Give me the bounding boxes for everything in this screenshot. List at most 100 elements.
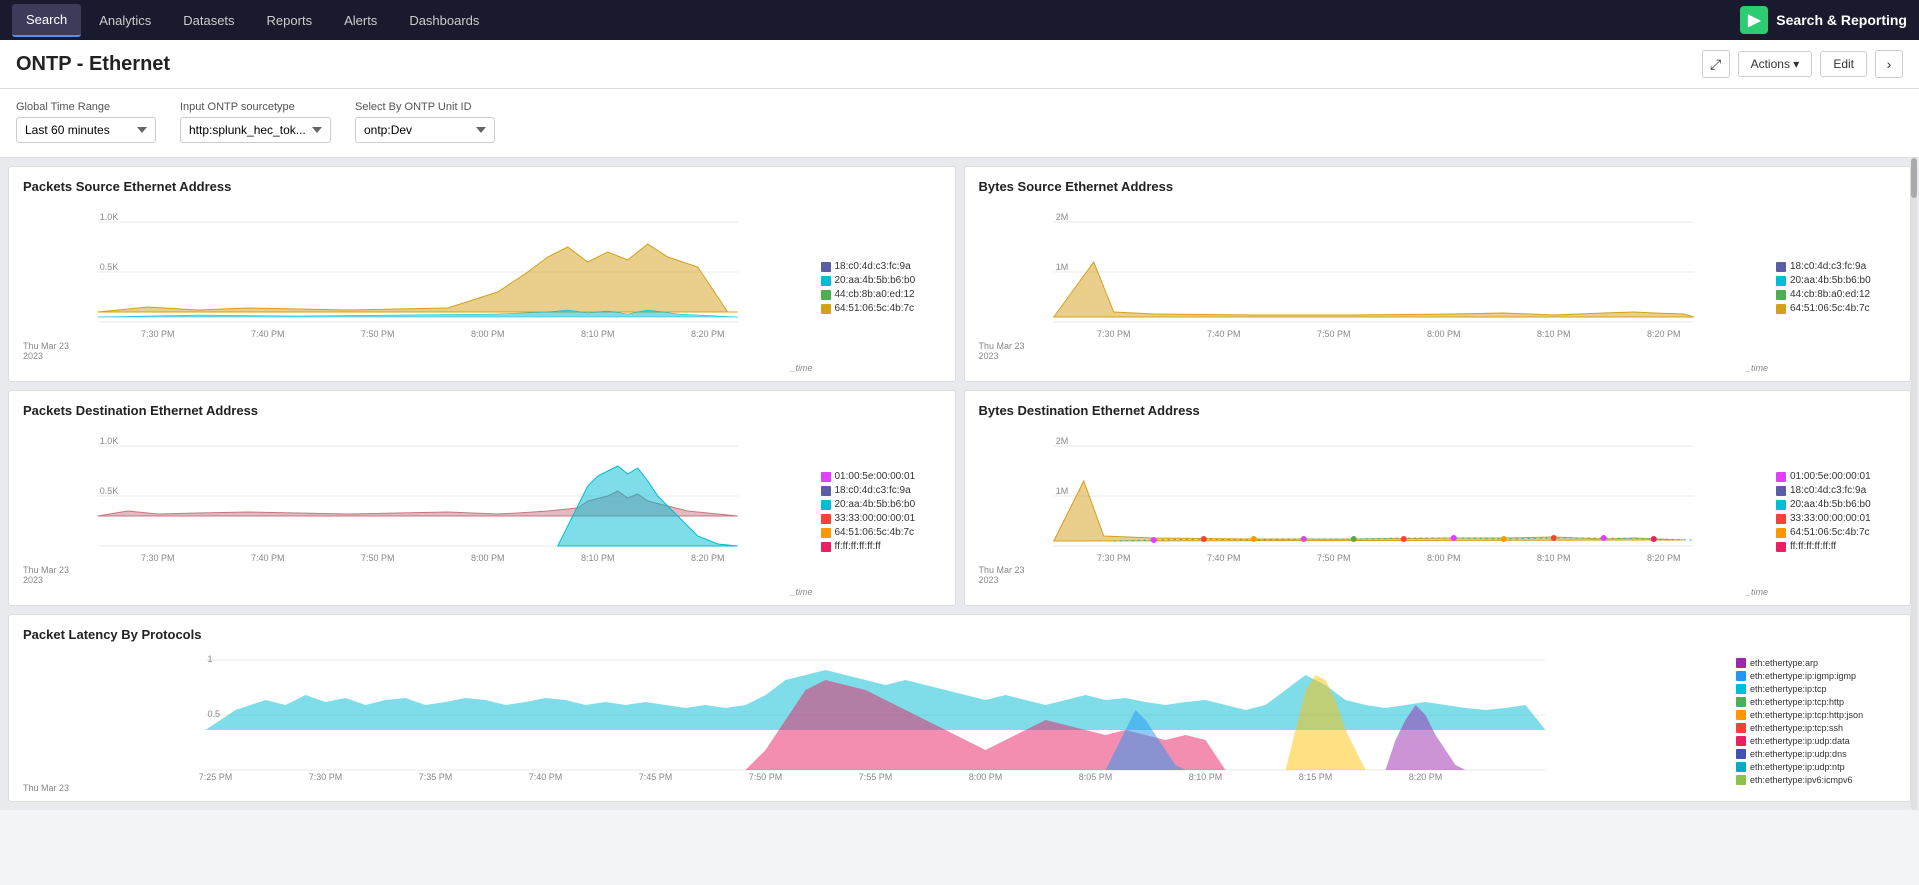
scrollbar-track[interactable] — [1911, 158, 1917, 810]
nav-item-search[interactable]: Search — [12, 4, 81, 37]
legend-item: 44:cb:8b:a0:ed:12 — [1776, 289, 1896, 300]
brand-icon: ▶ — [1740, 6, 1768, 34]
svg-text:8:20 PM: 8:20 PM — [1409, 772, 1443, 780]
nav-item-dashboards[interactable]: Dashboards — [395, 5, 493, 36]
legend-color — [821, 262, 831, 272]
packets-dst-time-axis: _time — [23, 587, 813, 597]
nav-item-datasets[interactable]: Datasets — [169, 5, 248, 36]
legend-label: eth:ethertype:ip:udp:data — [1750, 736, 1850, 746]
svg-text:7:25 PM: 7:25 PM — [199, 772, 233, 780]
svg-text:0.5K: 0.5K — [100, 486, 119, 496]
legend-color — [1776, 262, 1786, 272]
legend-label: 64:51:06:5c:4b:7c — [1790, 527, 1870, 538]
svg-text:8:10 PM: 8:10 PM — [1189, 772, 1223, 780]
input-ontp-select[interactable]: http:splunk_hec_tok... — [180, 117, 331, 143]
svg-text:8:15 PM: 8:15 PM — [1299, 772, 1333, 780]
unit-id-select[interactable]: ontp:Dev — [355, 117, 495, 143]
nav-item-alerts[interactable]: Alerts — [330, 5, 391, 36]
legend-color — [1776, 514, 1786, 524]
nav-item-analytics[interactable]: Analytics — [85, 5, 165, 36]
legend-color — [1736, 710, 1746, 720]
input-ontp-filter: Input ONTP sourcetype http:splunk_hec_to… — [180, 101, 331, 143]
legend-color — [1776, 542, 1786, 552]
legend-item: 33:33:00:00:00:01 — [1776, 513, 1896, 524]
legend-label: eth:ethertype:ip:tcp — [1750, 684, 1827, 694]
svg-text:8:00 PM: 8:00 PM — [969, 772, 1003, 780]
legend-color — [1736, 723, 1746, 733]
svg-text:1M: 1M — [1055, 262, 1068, 272]
legend-label: eth:ethertype:ipv6:icmpv6 — [1750, 775, 1853, 785]
legend-color — [1776, 304, 1786, 314]
legend-color — [1736, 697, 1746, 707]
legend-label: 20:aa:4b:5b:b6:b0 — [835, 499, 916, 510]
legend-label: eth:ethertype:ip:igmp:igmp — [1750, 671, 1856, 681]
bytes-src-title: Bytes Source Ethernet Address — [979, 179, 1897, 194]
bytes-dst-panel: Bytes Destination Ethernet Address 2M 1M — [964, 390, 1912, 606]
svg-text:7:50 PM: 7:50 PM — [361, 329, 395, 339]
svg-text:7:30 PM: 7:30 PM — [309, 772, 343, 780]
svg-text:1: 1 — [208, 654, 213, 664]
legend-item: ff:ff:ff:ff:ff:ff — [821, 541, 941, 552]
bytes-src-time-axis: _time — [979, 363, 1769, 373]
nav-item-reports[interactable]: Reports — [253, 5, 327, 36]
legend-item: eth:ethertype:ip:tcp:http — [1736, 697, 1896, 707]
legend-label: 33:33:00:00:00:01 — [835, 513, 916, 524]
svg-text:8:20 PM: 8:20 PM — [1646, 553, 1680, 563]
legend-label: 18:c0:4d:c3:fc:9a — [1790, 485, 1866, 496]
packets-src-time-axis: _time — [23, 363, 813, 373]
svg-text:8:00 PM: 8:00 PM — [1426, 329, 1460, 339]
legend-label: ff:ff:ff:ff:ff:ff — [1790, 541, 1836, 552]
packet-latency-svg-container: 1 0.5 7:25 PM — [23, 650, 1728, 793]
legend-item: ff:ff:ff:ff:ff:ff — [1776, 541, 1896, 552]
legend-item: eth:ethertype:ip:igmp:igmp — [1736, 671, 1896, 681]
svg-text:7:30 PM: 7:30 PM — [1096, 553, 1130, 563]
svg-text:8:20 PM: 8:20 PM — [691, 329, 725, 339]
svg-text:1.0K: 1.0K — [100, 436, 119, 446]
svg-text:7:30 PM: 7:30 PM — [141, 553, 175, 563]
legend-item: 64:51:06:5c:4b:7c — [1776, 527, 1896, 538]
brand-label: Search & Reporting — [1776, 12, 1907, 28]
legend-item: 18:c0:4d:c3:fc:9a — [821, 261, 941, 272]
legend-label: eth:ethertype:ip:tcp:http:json — [1750, 710, 1863, 720]
svg-text:7:40 PM: 7:40 PM — [251, 553, 285, 563]
bytes-dst-date: Thu Mar 232023 — [979, 565, 1025, 585]
svg-text:8:10 PM: 8:10 PM — [1536, 553, 1570, 563]
legend-color — [1736, 684, 1746, 694]
legend-label: eth:ethertype:ip:tcp:ssh — [1750, 723, 1843, 733]
legend-item: 64:51:06:5c:4b:7c — [821, 527, 941, 538]
svg-text:7:40 PM: 7:40 PM — [251, 329, 285, 339]
legend-item: 18:c0:4d:c3:fc:9a — [821, 485, 941, 496]
legend-color — [1776, 500, 1786, 510]
legend-color — [1776, 290, 1786, 300]
bytes-dst-title: Bytes Destination Ethernet Address — [979, 403, 1897, 418]
svg-text:7:45 PM: 7:45 PM — [639, 772, 673, 780]
legend-color — [1736, 749, 1746, 759]
legend-label: 20:aa:4b:5b:b6:b0 — [835, 275, 916, 286]
packets-dst-svg-container: 1.0K 0.5K 7:30 PM 7:40 PM 7:50 PM 8:00 P… — [23, 426, 813, 597]
legend-color — [821, 276, 831, 286]
global-time-select[interactable]: Last 60 minutes — [16, 117, 156, 143]
legend-color — [821, 514, 831, 524]
legend-label: 64:51:06:5c:4b:7c — [835, 303, 915, 314]
legend-item: 20:aa:4b:5b:b6:b0 — [821, 275, 941, 286]
scrollbar-thumb[interactable] — [1911, 158, 1917, 198]
global-time-label: Global Time Range — [16, 101, 156, 113]
svg-text:7:50 PM: 7:50 PM — [749, 772, 783, 780]
bytes-dst-svg-container: 2M 1M — [979, 426, 1769, 597]
svg-text:8:00 PM: 8:00 PM — [471, 329, 505, 339]
actions-button[interactable]: Actions ▾ — [1738, 51, 1813, 77]
legend-label: 01:00:5e:00:00:01 — [835, 471, 916, 482]
edit-button[interactable]: Edit — [1820, 51, 1867, 77]
legend-item: 33:33:00:00:00:01 — [821, 513, 941, 524]
next-button[interactable]: › — [1875, 50, 1903, 78]
packets-dst-legend: 01:00:5e:00:00:01 18:c0:4d:c3:fc:9a 20:a… — [821, 426, 941, 597]
svg-text:8:10 PM: 8:10 PM — [581, 553, 615, 563]
packets-src-svg: 1.0K 0.5K 7:30 PM 7:40 PM 7:50 PM 8:00 P… — [23, 202, 813, 342]
legend-label: 18:c0:4d:c3:fc:9a — [835, 485, 911, 496]
legend-item: 20:aa:4b:5b:b6:b0 — [1776, 499, 1896, 510]
legend-color — [1736, 762, 1746, 772]
svg-text:1M: 1M — [1055, 486, 1068, 496]
expand-button[interactable]: ⤢ — [1702, 50, 1730, 78]
top-navigation: Search Analytics Datasets Reports Alerts… — [0, 0, 1919, 40]
svg-text:8:10 PM: 8:10 PM — [1536, 329, 1570, 339]
